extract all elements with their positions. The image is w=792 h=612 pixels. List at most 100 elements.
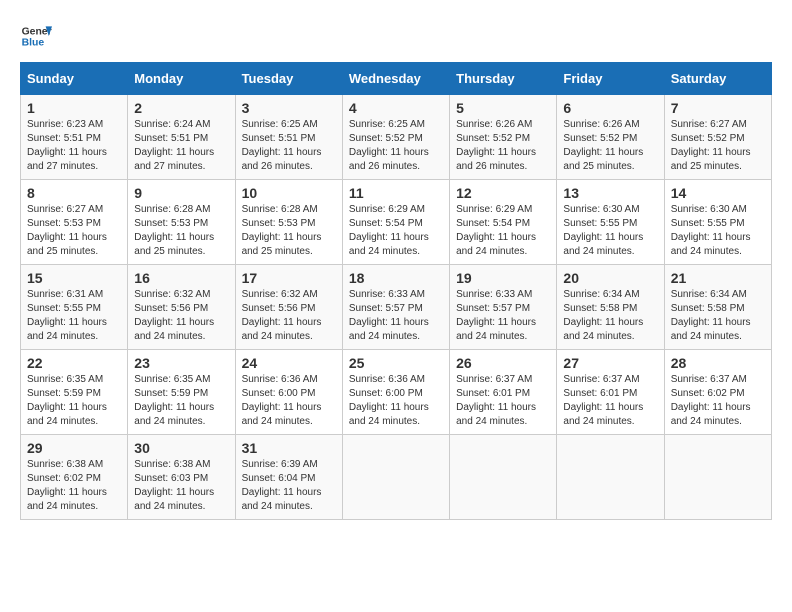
day-cell: 13 Sunrise: 6:30 AM Sunset: 5:55 PM Dayli… (557, 180, 664, 265)
logo-icon: General Blue (20, 20, 52, 52)
day-number: 30 (134, 440, 228, 456)
day-cell (557, 435, 664, 520)
day-info: Sunrise: 6:27 AM Sunset: 5:52 PM Dayligh… (671, 118, 765, 174)
day-number: 29 (27, 440, 121, 456)
day-info: Sunrise: 6:37 AM Sunset: 6:01 PM Dayligh… (563, 373, 657, 429)
day-info: Sunrise: 6:23 AM Sunset: 5:51 PM Dayligh… (27, 118, 121, 174)
day-info: Sunrise: 6:29 AM Sunset: 5:54 PM Dayligh… (456, 203, 550, 259)
day-info: Sunrise: 6:32 AM Sunset: 5:56 PM Dayligh… (242, 288, 336, 344)
day-cell: 11 Sunrise: 6:29 AM Sunset: 5:54 PM Dayli… (342, 180, 449, 265)
day-cell (664, 435, 771, 520)
day-number: 6 (563, 100, 657, 116)
day-info: Sunrise: 6:36 AM Sunset: 6:00 PM Dayligh… (349, 373, 443, 429)
day-info: Sunrise: 6:28 AM Sunset: 5:53 PM Dayligh… (134, 203, 228, 259)
day-number: 11 (349, 185, 443, 201)
day-cell: 3 Sunrise: 6:25 AM Sunset: 5:51 PM Daylig… (235, 95, 342, 180)
day-info: Sunrise: 6:28 AM Sunset: 5:53 PM Dayligh… (242, 203, 336, 259)
day-info: Sunrise: 6:33 AM Sunset: 5:57 PM Dayligh… (349, 288, 443, 344)
week-row-1: 1 Sunrise: 6:23 AM Sunset: 5:51 PM Daylig… (21, 95, 772, 180)
col-header-saturday: Saturday (664, 63, 771, 95)
calendar-table: SundayMondayTuesdayWednesdayThursdayFrid… (20, 62, 772, 520)
day-cell: 1 Sunrise: 6:23 AM Sunset: 5:51 PM Daylig… (21, 95, 128, 180)
day-number: 5 (456, 100, 550, 116)
day-cell: 25 Sunrise: 6:36 AM Sunset: 6:00 PM Dayli… (342, 350, 449, 435)
day-cell (450, 435, 557, 520)
day-number: 23 (134, 355, 228, 371)
day-number: 10 (242, 185, 336, 201)
day-cell: 12Sunrise: 6:29 AM Sunset: 5:54 PM Dayli… (450, 180, 557, 265)
day-info: Sunrise: 6:34 AM Sunset: 5:58 PM Dayligh… (671, 288, 765, 344)
day-info: Sunrise: 6:35 AM Sunset: 5:59 PM Dayligh… (134, 373, 228, 429)
day-info: Sunrise: 6:31 AM Sunset: 5:55 PM Dayligh… (27, 288, 121, 344)
day-number: 13 (563, 185, 657, 201)
day-number: 7 (671, 100, 765, 116)
day-cell: 8 Sunrise: 6:27 AM Sunset: 5:53 PM Daylig… (21, 180, 128, 265)
day-info: Sunrise: 6:30 AM Sunset: 5:55 PM Dayligh… (563, 203, 657, 259)
day-cell: 27 Sunrise: 6:37 AM Sunset: 6:01 PM Dayli… (557, 350, 664, 435)
day-cell: 14 Sunrise: 6:30 AM Sunset: 5:55 PM Dayli… (664, 180, 771, 265)
day-cell: 4Sunrise: 6:25 AM Sunset: 5:52 PM Daylig… (342, 95, 449, 180)
day-cell: 23 Sunrise: 6:35 AM Sunset: 5:59 PM Dayli… (128, 350, 235, 435)
day-number: 16 (134, 270, 228, 286)
day-cell: 24 Sunrise: 6:36 AM Sunset: 6:00 PM Dayli… (235, 350, 342, 435)
day-info: Sunrise: 6:26 AM Sunset: 5:52 PM Dayligh… (563, 118, 657, 174)
col-header-wednesday: Wednesday (342, 63, 449, 95)
col-header-monday: Monday (128, 63, 235, 95)
day-number: 24 (242, 355, 336, 371)
day-number: 9 (134, 185, 228, 201)
day-cell: 28Sunrise: 6:37 AM Sunset: 6:02 PM Dayli… (664, 350, 771, 435)
col-header-friday: Friday (557, 63, 664, 95)
day-cell: 18 Sunrise: 6:33 AM Sunset: 5:57 PM Dayli… (342, 265, 449, 350)
day-cell: 2 Sunrise: 6:24 AM Sunset: 5:51 PM Daylig… (128, 95, 235, 180)
day-number: 2 (134, 100, 228, 116)
col-header-sunday: Sunday (21, 63, 128, 95)
day-cell: 6 Sunrise: 6:26 AM Sunset: 5:52 PM Daylig… (557, 95, 664, 180)
day-number: 26 (456, 355, 550, 371)
day-number: 27 (563, 355, 657, 371)
day-info: Sunrise: 6:35 AM Sunset: 5:59 PM Dayligh… (27, 373, 121, 429)
day-number: 22 (27, 355, 121, 371)
day-info: Sunrise: 6:24 AM Sunset: 5:51 PM Dayligh… (134, 118, 228, 174)
day-cell: 20Sunrise: 6:34 AM Sunset: 5:58 PM Dayli… (557, 265, 664, 350)
day-info: Sunrise: 6:36 AM Sunset: 6:00 PM Dayligh… (242, 373, 336, 429)
day-cell: 29 Sunrise: 6:38 AM Sunset: 6:02 PM Dayli… (21, 435, 128, 520)
col-header-tuesday: Tuesday (235, 63, 342, 95)
day-cell: 16Sunrise: 6:32 AM Sunset: 5:56 PM Dayli… (128, 265, 235, 350)
day-cell: 15 Sunrise: 6:31 AM Sunset: 5:55 PM Dayli… (21, 265, 128, 350)
day-number: 1 (27, 100, 121, 116)
day-number: 17 (242, 270, 336, 286)
day-number: 8 (27, 185, 121, 201)
col-header-thursday: Thursday (450, 63, 557, 95)
day-info: Sunrise: 6:38 AM Sunset: 6:03 PM Dayligh… (134, 458, 228, 514)
day-cell: 26Sunrise: 6:37 AM Sunset: 6:01 PM Dayli… (450, 350, 557, 435)
week-row-2: 8 Sunrise: 6:27 AM Sunset: 5:53 PM Daylig… (21, 180, 772, 265)
day-number: 25 (349, 355, 443, 371)
day-info: Sunrise: 6:33 AM Sunset: 5:57 PM Dayligh… (456, 288, 550, 344)
day-cell: 17 Sunrise: 6:32 AM Sunset: 5:56 PM Dayli… (235, 265, 342, 350)
day-info: Sunrise: 6:25 AM Sunset: 5:51 PM Dayligh… (242, 118, 336, 174)
day-number: 28 (671, 355, 765, 371)
day-info: Sunrise: 6:29 AM Sunset: 5:54 PM Dayligh… (349, 203, 443, 259)
day-number: 15 (27, 270, 121, 286)
day-info: Sunrise: 6:27 AM Sunset: 5:53 PM Dayligh… (27, 203, 121, 259)
day-cell: 5 Sunrise: 6:26 AM Sunset: 5:52 PM Daylig… (450, 95, 557, 180)
day-cell (342, 435, 449, 520)
page-header: General Blue (20, 20, 772, 52)
day-number: 18 (349, 270, 443, 286)
day-info: Sunrise: 6:30 AM Sunset: 5:55 PM Dayligh… (671, 203, 765, 259)
day-cell: 30 Sunrise: 6:38 AM Sunset: 6:03 PM Dayli… (128, 435, 235, 520)
week-row-4: 22 Sunrise: 6:35 AM Sunset: 5:59 PM Dayli… (21, 350, 772, 435)
header-row: SundayMondayTuesdayWednesdayThursdayFrid… (21, 63, 772, 95)
day-number: 4 (349, 100, 443, 116)
day-cell: 10 Sunrise: 6:28 AM Sunset: 5:53 PM Dayli… (235, 180, 342, 265)
day-number: 3 (242, 100, 336, 116)
day-info: Sunrise: 6:38 AM Sunset: 6:02 PM Dayligh… (27, 458, 121, 514)
logo: General Blue (20, 20, 56, 52)
day-cell: 22 Sunrise: 6:35 AM Sunset: 5:59 PM Dayli… (21, 350, 128, 435)
day-number: 19 (456, 270, 550, 286)
day-number: 14 (671, 185, 765, 201)
week-row-5: 29 Sunrise: 6:38 AM Sunset: 6:02 PM Dayli… (21, 435, 772, 520)
day-info: Sunrise: 6:26 AM Sunset: 5:52 PM Dayligh… (456, 118, 550, 174)
day-cell: 21Sunrise: 6:34 AM Sunset: 5:58 PM Dayli… (664, 265, 771, 350)
svg-text:Blue: Blue (22, 38, 45, 49)
